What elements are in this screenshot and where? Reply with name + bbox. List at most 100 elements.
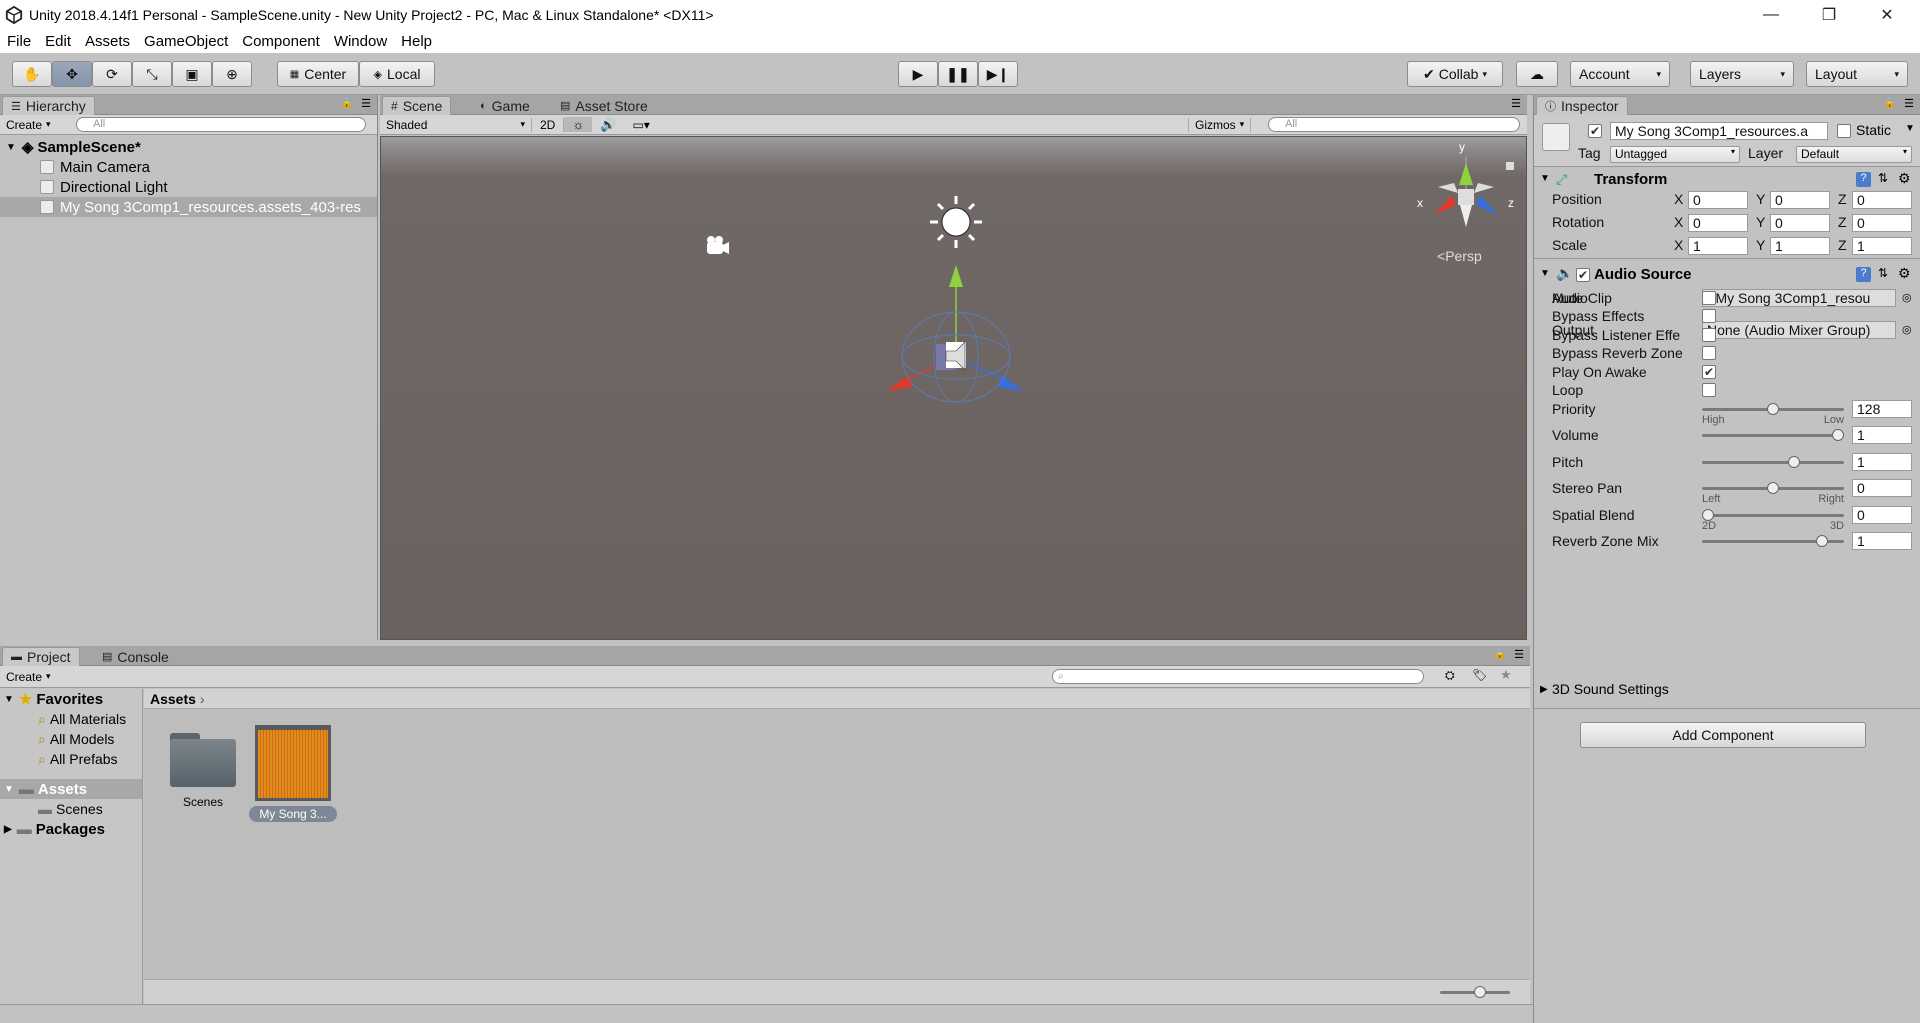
tag-dropdown[interactable]: Untagged ▾ (1610, 146, 1740, 163)
project-create-dropdown[interactable]: Create (0, 670, 57, 684)
scene-viewport[interactable]: y x z <Persp (380, 136, 1527, 640)
tree-all-models[interactable]: ⌕ All Models (0, 729, 142, 749)
lock-icon[interactable]: 🔒 (341, 98, 353, 109)
filter-label-icon[interactable]: 🏷 (1472, 668, 1487, 682)
tab-game[interactable]: ◐ Game (472, 96, 538, 115)
menu-component[interactable]: Component (235, 33, 327, 50)
hierarchy-item-directional-light[interactable]: Directional Light (0, 177, 377, 197)
add-component-button[interactable]: Add Component (1580, 722, 1866, 748)
audioclip-field[interactable]: ■My Song 3Comp1_resou (1702, 289, 1896, 307)
account-dropdown[interactable]: Account ▾ (1570, 61, 1670, 87)
tree-packages[interactable]: ▶ ▬ Packages (0, 819, 142, 839)
help-icon[interactable]: ? (1856, 172, 1871, 187)
effects-toggle-icon[interactable]: ▭▾ (624, 118, 657, 132)
rotation-y-input[interactable]: 0 (1770, 214, 1830, 232)
hierarchy-item-main-camera[interactable]: Main Camera (0, 157, 377, 177)
audio-toggle-checkbox[interactable] (1702, 291, 1716, 305)
audio-slider-value-input[interactable]: 128 (1852, 400, 1912, 418)
static-checkbox[interactable] (1837, 124, 1851, 138)
audio-slider-knob[interactable] (1787, 456, 1800, 468)
layers-dropdown[interactable]: Layers ▾ (1690, 61, 1794, 87)
menu-edit[interactable]: Edit (38, 33, 78, 50)
audio-source-enabled-checkbox[interactable]: ✔ (1576, 268, 1590, 282)
lock-icon[interactable]: 🔒 (1884, 98, 1896, 109)
audio-slider-value-input[interactable]: 0 (1852, 479, 1912, 497)
audio-slider-knob[interactable] (1816, 535, 1829, 547)
layout-dropdown[interactable]: Layout ▾ (1806, 61, 1908, 87)
pause-button[interactable]: ❚❚ (938, 61, 978, 87)
filter-type-icon[interactable]: ⛭ (1445, 668, 1455, 683)
presets-icon[interactable]: ⇅ (1878, 266, 1888, 280)
scene-root-item[interactable]: ▼ ◈ SampleScene* (0, 137, 377, 157)
expand-arrow-icon[interactable]: ▼ (4, 784, 14, 795)
scale-tool-button[interactable]: ⤡ (132, 61, 172, 87)
object-picker-icon[interactable]: ◎ (1902, 323, 1912, 336)
scene-search-input[interactable]: All (1268, 117, 1520, 132)
object-picker-icon[interactable]: ◎ (1902, 291, 1912, 304)
audio-slider-track[interactable] (1702, 434, 1844, 437)
audio-slider-knob[interactable] (1832, 429, 1844, 441)
audio-slider-track[interactable] (1702, 514, 1844, 517)
camera-icon[interactable] (707, 236, 729, 254)
minimize-button[interactable]: — (1742, 0, 1800, 29)
audio-toggle-checkbox[interactable] (1702, 328, 1716, 342)
hierarchy-search-input[interactable]: All (76, 117, 366, 132)
hand-tool-button[interactable]: ✋ (12, 61, 52, 87)
scale-z-input[interactable]: 1 (1852, 237, 1912, 255)
chevron-down-icon[interactable]: ▼ (1905, 123, 1915, 134)
gizmos-dropdown[interactable]: Gizmos (1188, 117, 1252, 132)
orientation-gizmo[interactable] (1434, 157, 1514, 227)
position-x-input[interactable]: 0 (1688, 191, 1748, 209)
position-z-input[interactable]: 0 (1852, 191, 1912, 209)
hierarchy-item-my-song[interactable]: My Song 3Comp1_resources.assets_403-res (0, 197, 377, 217)
3d-sound-settings-foldout[interactable]: ▶ 3D Sound Settings (1534, 681, 1920, 701)
close-button[interactable]: ✕ (1858, 0, 1916, 29)
scale-x-input[interactable]: 1 (1688, 237, 1748, 255)
position-y-input[interactable]: 0 (1770, 191, 1830, 209)
gear-icon[interactable]: ⚙ (1898, 265, 1911, 282)
asset-scenes-folder[interactable]: Scenes (166, 729, 240, 809)
gear-icon[interactable]: ⚙ (1898, 170, 1911, 187)
move-gizmo[interactable] (886, 265, 1024, 403)
menu-gameobject[interactable]: GameObject (137, 33, 235, 50)
active-checkbox[interactable]: ✔ (1588, 124, 1602, 138)
hierarchy-create-dropdown[interactable]: Create (0, 118, 57, 132)
scale-y-input[interactable]: 1 (1770, 237, 1830, 255)
tree-scenes[interactable]: ▬ Scenes (0, 799, 142, 819)
expand-arrow-icon[interactable]: ▼ (6, 142, 16, 153)
project-search-input[interactable]: ⌕ (1052, 669, 1424, 684)
tree-assets[interactable]: ▼ ▬ Assets (0, 779, 142, 799)
lock-icon[interactable]: 🔒 (1494, 649, 1506, 660)
audio-slider-value-input[interactable]: 1 (1852, 532, 1912, 550)
tree-all-prefabs[interactable]: ⌕ All Prefabs (0, 749, 142, 769)
panel-menu-icon[interactable]: ☰ (1904, 97, 1914, 110)
expand-arrow-icon[interactable]: ▶ (1540, 684, 1548, 695)
zoom-slider-knob[interactable] (1474, 986, 1486, 998)
tab-inspector[interactable]: ⓘ Inspector (1536, 96, 1628, 115)
audio-toggle-checkbox[interactable] (1702, 309, 1716, 323)
shading-mode-dropdown[interactable]: Shaded (380, 117, 532, 132)
cloud-button[interactable]: ☁ (1516, 61, 1558, 87)
help-icon[interactable]: ? (1856, 267, 1871, 282)
collab-button[interactable]: ✔ Collab ▾ (1407, 61, 1503, 87)
audio-toggle-checkbox[interactable] (1702, 346, 1716, 360)
expand-arrow-icon[interactable]: ▶ (4, 824, 12, 835)
step-button[interactable]: ▶❙ (978, 61, 1018, 87)
menu-assets[interactable]: Assets (78, 33, 137, 50)
rotation-z-input[interactable]: 0 (1852, 214, 1912, 232)
panel-menu-icon[interactable]: ☰ (361, 97, 371, 110)
audio-slider-value-input[interactable]: 0 (1852, 506, 1912, 524)
audio-slider-track[interactable] (1702, 461, 1844, 464)
pivot-center-button[interactable]: ▦ Center (277, 61, 359, 87)
expand-arrow-icon[interactable]: ▼ (1540, 173, 1550, 184)
panel-menu-icon[interactable]: ☰ (1514, 648, 1524, 661)
tab-asset-store[interactable]: ▤ Asset Store (552, 96, 656, 115)
expand-arrow-icon[interactable]: ▼ (1540, 268, 1550, 279)
directional-light-icon[interactable] (930, 196, 982, 248)
rect-tool-button[interactable]: ▣ (172, 61, 212, 87)
expand-arrow-icon[interactable]: ▼ (4, 694, 14, 705)
panel-menu-icon[interactable]: ☰ (1511, 97, 1521, 110)
asset-my-song[interactable]: My Song 3... (248, 725, 338, 822)
space-local-button[interactable]: ◈ Local (359, 61, 435, 87)
play-button[interactable]: ▶ (898, 61, 938, 87)
